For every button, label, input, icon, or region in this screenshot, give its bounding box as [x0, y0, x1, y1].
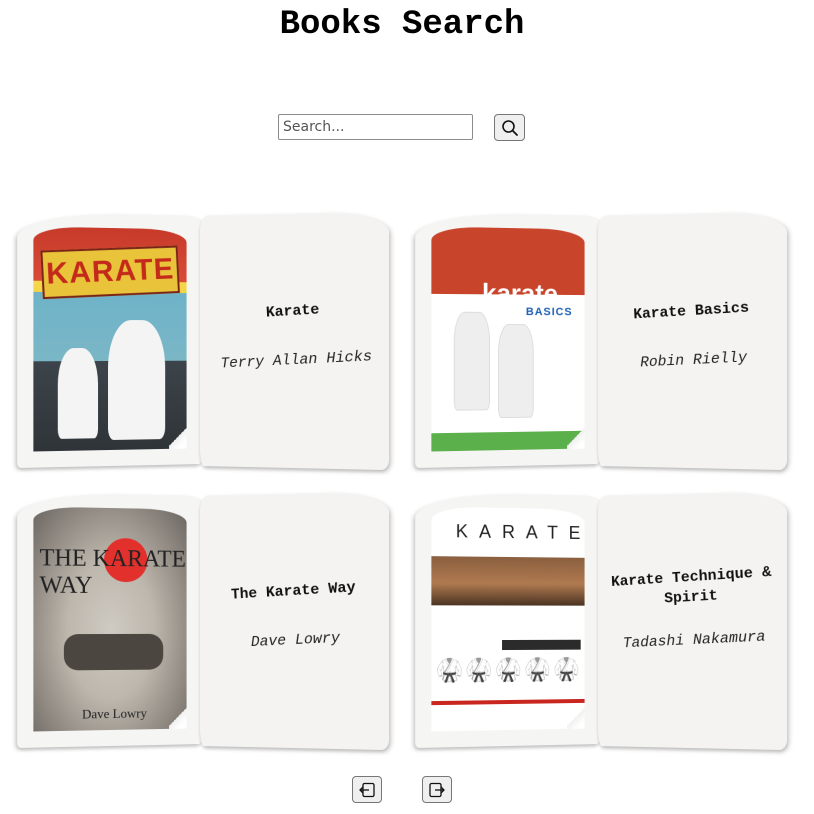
cover-red-line: [431, 698, 585, 706]
book-author: Terry Allan Hicks: [220, 348, 373, 373]
page-curl: [169, 704, 187, 729]
previous-page-button[interactable]: [352, 776, 382, 803]
cover-title: karate: [482, 277, 558, 309]
book-cover-image[interactable]: KARATE: [33, 226, 187, 452]
cover-title: THE KARATE WAY: [39, 545, 186, 599]
page-curl: [567, 424, 585, 449]
book-card[interactable]: KARATE Karate Terry Allan Hicks: [17, 211, 390, 471]
book-author: Tadashi Nakamura: [622, 628, 766, 653]
cover-subtitle: BASICS: [525, 306, 573, 319]
next-page-button[interactable]: [422, 776, 452, 803]
book-title[interactable]: Karate: [212, 297, 375, 327]
book-card[interactable]: KARATE 🥋🥋🥋🥋🥋 Karate Technique & Spirit T…: [415, 491, 788, 751]
cover-figure: [498, 323, 534, 419]
book-cover-image[interactable]: karate BASICS: [431, 226, 585, 452]
search-input[interactable]: [278, 114, 473, 140]
book-info: Karate Technique & Spirit Tadashi Nakamu…: [601, 489, 788, 748]
book-title[interactable]: Karate Basics: [610, 297, 773, 327]
arrow-left-box-icon: [359, 782, 375, 797]
cover-author: Dave Lowry: [82, 705, 147, 722]
page-curl: [169, 424, 187, 449]
page-title: Books Search: [279, 6, 525, 44]
book-author: Dave Lowry: [250, 629, 341, 652]
cover-figure: [57, 348, 99, 439]
book-info: Karate Terry Allan Hicks: [203, 209, 390, 468]
book-card[interactable]: THE KARATE WAY Dave Lowry The Karate Way…: [17, 491, 390, 751]
book-cover-image[interactable]: THE KARATE WAY Dave Lowry: [33, 506, 187, 732]
cover-bar: [502, 639, 581, 651]
book-info: The Karate Way Dave Lowry: [203, 489, 390, 748]
book-cover-image[interactable]: KARATE 🥋🥋🥋🥋🥋: [431, 506, 585, 732]
cover-figure: [108, 319, 166, 441]
page-curl: [567, 704, 585, 729]
cover-figure: [453, 311, 491, 411]
cover-banner: KARATE: [40, 245, 180, 300]
book-title[interactable]: Karate Technique & Spirit: [610, 563, 774, 613]
book-author: Robin Rielly: [639, 349, 748, 372]
search-button[interactable]: [494, 114, 525, 141]
book-card[interactable]: karate BASICS Karate Basics Robin Rielly: [415, 211, 788, 471]
cover-fighters: 🥋🥋🥋🥋🥋: [435, 657, 582, 684]
search-icon: [501, 119, 518, 136]
cover-belt: [63, 633, 164, 671]
cover-title: KARATE: [455, 521, 585, 544]
arrow-right-box-icon: [429, 782, 445, 797]
book-info: Karate Basics Robin Rielly: [601, 209, 788, 468]
book-title[interactable]: The Karate Way: [212, 577, 375, 607]
